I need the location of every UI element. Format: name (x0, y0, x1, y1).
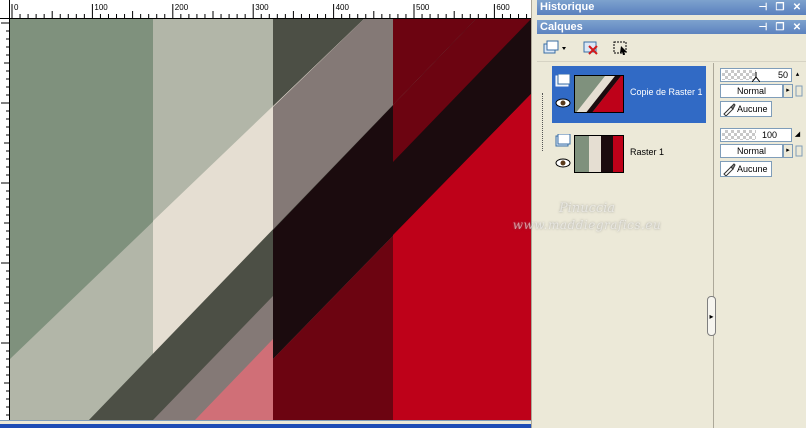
canvas-scrollbar-area[interactable] (0, 420, 531, 428)
layer-row-copy-raster-1[interactable]: Copie de Raster 1 (552, 66, 706, 123)
blend-dropdown-arrow[interactable]: ▸ (783, 144, 793, 158)
watermark-line-2: www.maddiegrafics.eu (512, 218, 662, 232)
mask-button[interactable]: Aucune (720, 101, 772, 117)
blend-dropdown-arrow[interactable]: ▸ (783, 84, 793, 98)
layer-thumbnail (574, 75, 624, 113)
restore-icon[interactable]: ❐ (774, 0, 786, 15)
watermark-line-1: Pinuccia (558, 201, 616, 216)
blend-mode-select[interactable]: Normal (720, 84, 783, 98)
layers-title-label: Calques (540, 21, 583, 33)
splitter-handle[interactable]: ▸ (707, 296, 716, 336)
ruler-tick-label: 0 (14, 3, 19, 12)
brush-icon (723, 163, 736, 176)
ruler-corner (0, 0, 10, 19)
layer-type-icon (555, 134, 571, 147)
opacity-stepper[interactable]: ▴ (793, 70, 802, 80)
layers-list: Copie de Raster 1 Raster 1 (547, 63, 713, 428)
image-canvas[interactable] (10, 19, 531, 420)
layer-properties: 50 ▴ Normal ▸ Aucune 100 ◢ Normal ▸ Aucu… (718, 63, 806, 428)
chevron-right-icon: ▸ (709, 311, 714, 321)
ruler-tick-label: 400 (336, 3, 350, 12)
history-panel-title[interactable]: Historique ⊣ ❐ ✕ (537, 0, 806, 15)
app-window: 0 100 200 300 400 500 600 Historique ⊣ ❐… (0, 0, 806, 428)
eye-icon[interactable] (555, 158, 571, 168)
mask-label: Aucune (737, 104, 768, 114)
layer-name[interactable]: Raster 1 (630, 147, 664, 157)
ruler-tick-label: 600 (496, 3, 510, 12)
canvas-artwork (10, 19, 531, 420)
ruler-tick-label: 300 (255, 3, 269, 12)
opacity-control[interactable]: 100 (720, 128, 792, 142)
ruler-tick-label: 100 (94, 3, 108, 12)
layers-panel-title[interactable]: Calques ⊣ ❐ ✕ (537, 20, 806, 35)
opacity-value[interactable]: 100 (762, 129, 777, 141)
thumbnail-copy-raster-1 (575, 76, 623, 112)
pin-icon[interactable]: ⊣ (757, 20, 769, 35)
blend-mode-select[interactable]: Normal (720, 144, 783, 158)
mask-button[interactable]: Aucune (720, 161, 772, 177)
close-icon[interactable]: ✕ (791, 20, 803, 35)
taskbar-strip (0, 424, 531, 428)
watermark: Pinuccia www.maddiegrafics.eu (492, 201, 682, 233)
opacity-stepper[interactable]: ◢ (793, 130, 802, 140)
slider-thumb-icon[interactable] (752, 72, 760, 82)
mask-label: Aucune (737, 164, 768, 174)
thumbnail-raster-1 (575, 136, 623, 172)
delete-layer-icon (583, 41, 598, 55)
brush-icon (723, 103, 736, 116)
opacity-checker (722, 130, 756, 140)
layers-panel-controls: ⊣ ❐ ✕ (757, 20, 803, 35)
ruler-top-ticks: 0 100 200 300 400 500 600 (11, 3, 528, 18)
link-icon[interactable] (795, 85, 805, 97)
ruler-left (0, 19, 10, 420)
delete-layer-button[interactable] (581, 38, 601, 58)
selection-icon (613, 41, 627, 55)
pin-icon[interactable]: ⊣ (757, 0, 769, 15)
layer-row-raster-1[interactable]: Raster 1 (552, 126, 706, 183)
ruler-left-ticks (1, 22, 9, 416)
history-panel-controls: ⊣ ❐ ✕ (757, 0, 803, 15)
opacity-value[interactable]: 50 (778, 69, 788, 81)
restore-icon[interactable]: ❐ (774, 20, 786, 35)
eye-icon[interactable] (555, 98, 571, 108)
layer-thumbnail (574, 135, 624, 173)
link-icon[interactable] (795, 145, 805, 157)
selection-mode-button[interactable] (611, 38, 631, 58)
layer-name[interactable]: Copie de Raster 1 (630, 87, 703, 97)
opacity-checker (722, 70, 756, 80)
layer-type-icon (555, 74, 571, 87)
layers-toolbar (537, 34, 806, 62)
ruler-top: 0 100 200 300 400 500 600 (10, 0, 531, 19)
ruler-tick-label: 500 (416, 3, 430, 12)
ruler-tick-label: 200 (175, 3, 189, 12)
close-icon[interactable]: ✕ (791, 0, 803, 15)
history-title-label: Historique (540, 1, 595, 13)
new-layer-icon (543, 40, 566, 54)
new-layer-button[interactable] (541, 38, 569, 58)
